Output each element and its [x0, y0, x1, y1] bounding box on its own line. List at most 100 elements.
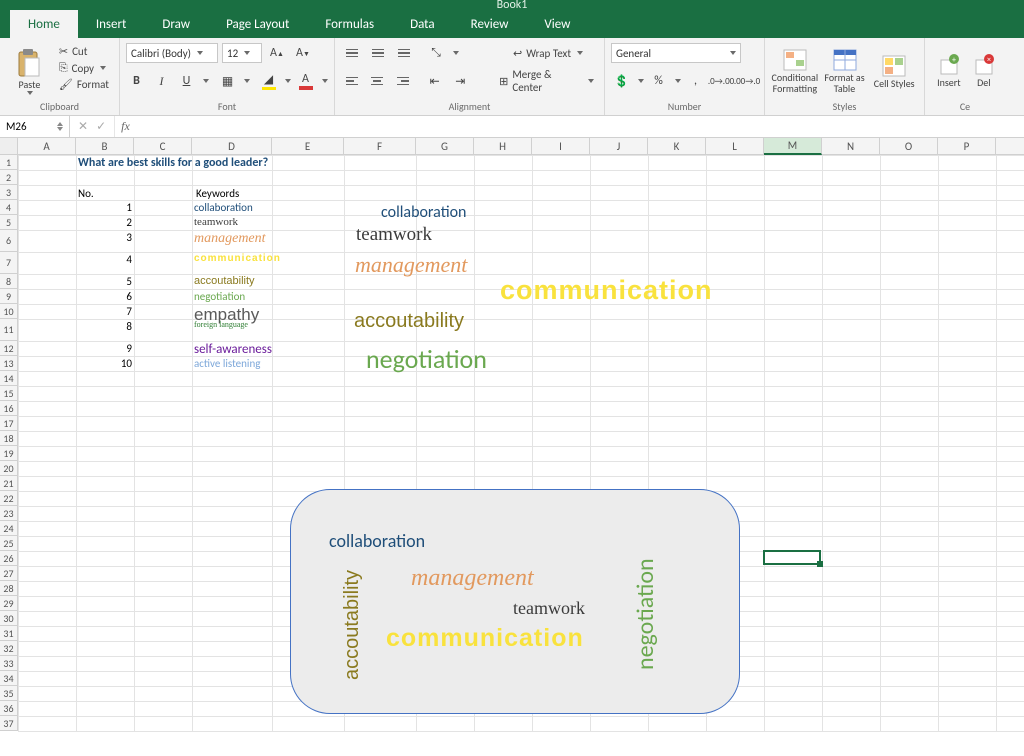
- column-headers[interactable]: ABCDEFGHIJKLMNOP: [0, 138, 1024, 155]
- tab-formulas[interactable]: Formulas: [307, 10, 392, 38]
- merge-center-button[interactable]: ⊞Merge & Center: [495, 67, 598, 95]
- tab-draw[interactable]: Draw: [144, 10, 208, 38]
- fx-icon[interactable]: fx: [115, 116, 136, 137]
- row-header-21[interactable]: 21: [0, 476, 17, 491]
- row-header-23[interactable]: 23: [0, 506, 17, 521]
- indent-left-button[interactable]: ⇤: [424, 71, 446, 91]
- col-header-K[interactable]: K: [648, 138, 706, 154]
- underline-button[interactable]: U: [176, 71, 197, 91]
- cancel-icon[interactable]: ✕: [78, 119, 88, 134]
- row-header-5[interactable]: 5: [0, 215, 17, 230]
- col-header-G[interactable]: G: [416, 138, 474, 154]
- row-header-6[interactable]: 6: [0, 230, 17, 252]
- row-header-17[interactable]: 17: [0, 416, 17, 431]
- select-all-corner[interactable]: [0, 138, 18, 154]
- col-header-H[interactable]: H: [474, 138, 532, 154]
- row-header-29[interactable]: 29: [0, 596, 17, 611]
- active-cell[interactable]: [763, 550, 821, 565]
- col-header-D[interactable]: D: [192, 138, 272, 154]
- row-header-30[interactable]: 30: [0, 611, 17, 626]
- align-center-button[interactable]: [367, 71, 389, 91]
- col-header-M[interactable]: M: [764, 138, 822, 155]
- insert-cells-button[interactable]: + Insert: [931, 42, 967, 100]
- row-header-33[interactable]: 33: [0, 656, 17, 671]
- tab-data[interactable]: Data: [392, 10, 453, 38]
- col-header-C[interactable]: C: [134, 138, 192, 154]
- row-header-1[interactable]: 1: [0, 155, 17, 170]
- row-header-12[interactable]: 12: [0, 341, 17, 356]
- row-header-4[interactable]: 4: [0, 200, 17, 215]
- border-button[interactable]: ▦: [217, 71, 238, 91]
- row-header-18[interactable]: 18: [0, 431, 17, 446]
- align-middle-button[interactable]: [367, 43, 389, 63]
- col-header-J[interactable]: J: [590, 138, 648, 154]
- orientation-button[interactable]: ⤡: [425, 43, 447, 63]
- row-header-31[interactable]: 31: [0, 626, 17, 641]
- col-header-O[interactable]: O: [880, 138, 938, 154]
- col-header-I[interactable]: I: [532, 138, 590, 154]
- copy-button[interactable]: ⎘Copy: [55, 60, 113, 76]
- cell-styles-button[interactable]: Cell Styles: [870, 42, 918, 100]
- font-face-combo[interactable]: Calibri (Body): [126, 43, 218, 63]
- font-size-combo[interactable]: 12: [222, 43, 262, 63]
- format-painter-button[interactable]: 🖌Format: [55, 77, 113, 92]
- align-bottom-button[interactable]: [393, 43, 415, 63]
- fill-handle[interactable]: [817, 561, 823, 567]
- italic-button[interactable]: I: [151, 71, 172, 91]
- row-header-2[interactable]: 2: [0, 170, 17, 185]
- row-header-28[interactable]: 28: [0, 581, 17, 596]
- row-header-10[interactable]: 10: [0, 304, 17, 319]
- row-header-11[interactable]: 11: [0, 319, 17, 341]
- tab-review[interactable]: Review: [453, 10, 527, 38]
- dec-decimal-button[interactable]: .00→.0: [736, 71, 758, 91]
- col-header-N[interactable]: N: [822, 138, 880, 154]
- tab-page-layout[interactable]: Page Layout: [208, 10, 307, 38]
- row-header-26[interactable]: 26: [0, 551, 17, 566]
- comma-button[interactable]: ,: [685, 71, 706, 91]
- percent-button[interactable]: %: [648, 71, 669, 91]
- col-header-F[interactable]: F: [344, 138, 416, 154]
- row-header-3[interactable]: 3: [0, 185, 17, 200]
- row-header-34[interactable]: 34: [0, 671, 17, 686]
- fill-color-button[interactable]: ◢: [258, 71, 279, 91]
- grow-font-button[interactable]: A▲: [266, 43, 288, 63]
- row-header-14[interactable]: 14: [0, 371, 17, 386]
- currency-button[interactable]: 💲: [611, 71, 632, 91]
- enter-icon[interactable]: ✓: [96, 119, 106, 134]
- row-header-25[interactable]: 25: [0, 536, 17, 551]
- align-right-button[interactable]: [392, 71, 414, 91]
- row-header-22[interactable]: 22: [0, 491, 17, 506]
- row-header-35[interactable]: 35: [0, 686, 17, 701]
- tab-home[interactable]: Home: [10, 10, 78, 38]
- row-header-13[interactable]: 13: [0, 356, 17, 371]
- tab-insert[interactable]: Insert: [78, 10, 145, 38]
- number-format-combo[interactable]: General: [611, 43, 741, 63]
- name-box[interactable]: M26: [0, 116, 70, 137]
- font-color-button[interactable]: A: [295, 71, 316, 91]
- col-header-E[interactable]: E: [272, 138, 344, 154]
- wordcloud-shape[interactable]: collaboration management teamwork commun…: [290, 489, 740, 714]
- bold-button[interactable]: B: [126, 71, 147, 91]
- row-header-37[interactable]: 37: [0, 716, 17, 731]
- align-left-button[interactable]: [341, 71, 363, 91]
- row-header-16[interactable]: 16: [0, 401, 17, 416]
- row-header-19[interactable]: 19: [0, 446, 17, 461]
- col-header-P[interactable]: P: [938, 138, 996, 154]
- align-top-button[interactable]: [341, 43, 363, 63]
- formula-input[interactable]: [136, 116, 1024, 137]
- row-header-24[interactable]: 24: [0, 521, 17, 536]
- col-header-B[interactable]: B: [76, 138, 134, 154]
- cut-button[interactable]: ✂Cut: [55, 44, 113, 59]
- indent-right-button[interactable]: ⇥: [450, 71, 472, 91]
- cells-area[interactable]: What are best skills for a good leader? …: [18, 155, 1024, 731]
- row-header-15[interactable]: 15: [0, 386, 17, 401]
- tab-view[interactable]: View: [526, 10, 588, 38]
- row-header-27[interactable]: 27: [0, 566, 17, 581]
- row-header-7[interactable]: 7: [0, 252, 17, 274]
- conditional-formatting-button[interactable]: Conditional Formatting: [771, 42, 819, 100]
- col-header-A[interactable]: A: [18, 138, 76, 154]
- row-headers[interactable]: 1234567891011121314151617181920212223242…: [0, 155, 18, 731]
- paste-button[interactable]: Paste: [6, 42, 53, 100]
- row-header-20[interactable]: 20: [0, 461, 17, 476]
- delete-cells-button[interactable]: × Del: [969, 42, 999, 100]
